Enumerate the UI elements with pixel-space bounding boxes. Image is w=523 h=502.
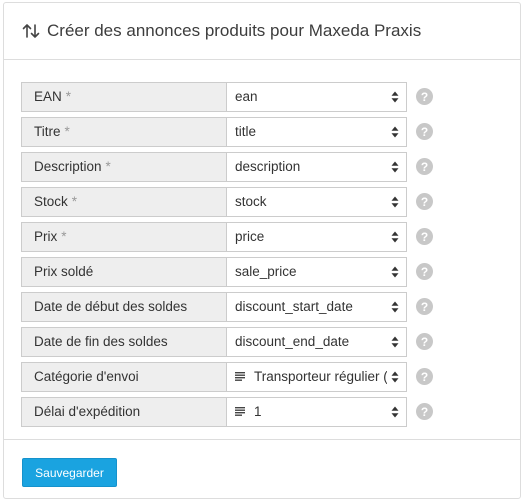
field-row: EAN * ean?	[21, 79, 433, 114]
panel-header: Créer des annonces produits pour Maxeda …	[4, 3, 520, 60]
field-select-value: discount_end_date	[235, 334, 350, 349]
field-row: Titre * title?	[21, 114, 433, 149]
page-title: Créer des annonces produits pour Maxeda …	[47, 21, 422, 40]
help-icon[interactable]: ?	[416, 263, 433, 280]
field-select-value: discount_start_date	[235, 299, 353, 314]
field-select-value: ean	[235, 89, 258, 104]
field-label: Stock *	[21, 186, 227, 217]
field-label: Catégorie d'envoi	[21, 361, 227, 392]
list-icon	[235, 372, 247, 381]
field-label: Prix *	[21, 221, 227, 252]
required-marker: *	[71, 194, 78, 209]
field-select[interactable]: sale_price	[227, 256, 407, 287]
field-label-text: Date de début des soldes	[34, 299, 188, 314]
field-select-value: description	[235, 159, 301, 174]
required-marker: *	[65, 89, 72, 104]
field-label-text: Délai d'expédition	[34, 404, 141, 419]
field-row: Description * description?	[21, 149, 433, 184]
list-icon	[235, 407, 247, 416]
field-row: Prix soldé sale_price?	[21, 254, 433, 289]
field-label-text: EAN	[34, 89, 62, 104]
select-arrows-icon	[391, 90, 400, 104]
field-row: Délai d'expédition 1?	[21, 394, 433, 429]
help-icon[interactable]: ?	[416, 193, 433, 210]
help-icon[interactable]: ?	[416, 403, 433, 420]
field-label-text: Catégorie d'envoi	[34, 369, 139, 384]
required-marker: *	[105, 159, 111, 174]
select-arrows-icon	[391, 125, 400, 139]
select-arrows-icon	[391, 335, 400, 349]
field-label: Prix soldé	[21, 256, 227, 287]
field-row: Catégorie d'envoi Transporteur régulier (…	[21, 359, 433, 394]
field-label-text: Description	[34, 159, 102, 174]
field-select-value: 1	[254, 404, 262, 419]
field-select-value: price	[235, 229, 265, 244]
required-marker: *	[64, 124, 70, 139]
help-icon[interactable]: ?	[416, 88, 433, 105]
field-label-text: Prix	[34, 229, 58, 244]
field-label-text: Stock	[34, 194, 68, 209]
field-select[interactable]: stock	[227, 186, 407, 217]
field-label: EAN *	[21, 81, 227, 112]
help-icon[interactable]: ?	[416, 333, 433, 350]
field-select[interactable]: discount_end_date	[227, 326, 407, 357]
select-arrows-icon	[391, 405, 400, 419]
field-select-value: sale_price	[235, 264, 297, 279]
help-icon[interactable]: ?	[416, 123, 433, 140]
field-select-value: Transporteur régulier (	[254, 369, 387, 384]
required-marker: *	[61, 229, 67, 244]
select-arrows-icon	[391, 300, 400, 314]
field-label: Délai d'expédition	[21, 396, 227, 427]
field-select[interactable]: 1	[227, 396, 407, 427]
field-label-text: Titre	[34, 124, 61, 139]
create-listings-panel: Créer des annonces produits pour Maxeda …	[3, 2, 521, 499]
field-select[interactable]: ean	[227, 81, 407, 112]
field-row: Stock * stock?	[21, 184, 433, 219]
help-icon[interactable]: ?	[416, 228, 433, 245]
help-icon[interactable]: ?	[416, 368, 433, 385]
field-select-value: title	[235, 124, 257, 139]
field-mapping-form: EAN * ean? Titre * title? Description * descript…	[21, 79, 433, 429]
field-label-text: Date de fin des soldes	[34, 334, 168, 349]
select-arrows-icon	[391, 160, 400, 174]
help-icon[interactable]: ?	[416, 158, 433, 175]
field-select[interactable]: price	[227, 221, 407, 252]
select-arrows-icon	[391, 370, 400, 384]
help-icon[interactable]: ?	[416, 298, 433, 315]
field-label: Titre *	[21, 116, 227, 147]
field-label: Date de début des soldes	[21, 291, 227, 322]
field-row: Date de début des soldes discount_start_d…	[21, 289, 433, 324]
save-button[interactable]: Sauvegarder	[22, 458, 117, 487]
field-select[interactable]: Transporteur régulier (	[227, 361, 407, 392]
select-arrows-icon	[391, 195, 400, 209]
field-select-value: stock	[235, 194, 267, 209]
field-row: Date de fin des soldes discount_end_date?	[21, 324, 433, 359]
field-label-text: Prix soldé	[34, 264, 94, 279]
select-arrows-icon	[391, 230, 400, 244]
field-select[interactable]: discount_start_date	[227, 291, 407, 322]
field-row: Prix * price?	[21, 219, 433, 254]
field-select[interactable]: title	[227, 116, 407, 147]
field-label: Date de fin des soldes	[21, 326, 227, 357]
select-arrows-icon	[391, 265, 400, 279]
field-select[interactable]: description	[227, 151, 407, 182]
field-label: Description *	[21, 151, 227, 182]
sort-arrows-icon	[22, 22, 40, 40]
footer-divider	[4, 439, 520, 440]
